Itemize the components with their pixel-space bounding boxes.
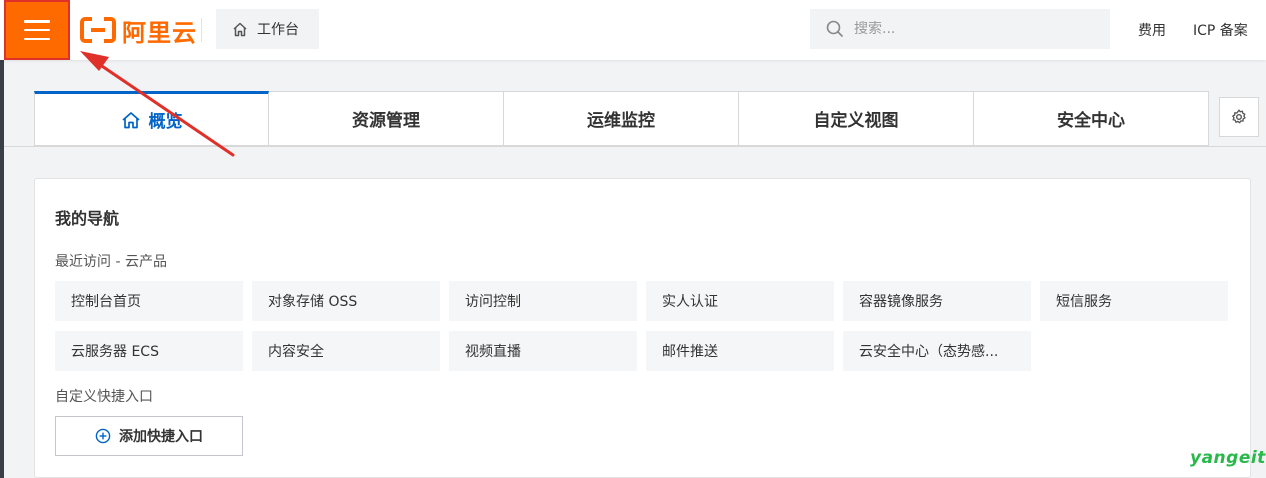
add-shortcut-button[interactable]: 添加快捷入口 (55, 416, 243, 456)
card-title: 我的导航 (55, 209, 120, 228)
recent-products-grid: 控制台首页 对象存储 OSS 访问控制 实人认证 容器镜像服务 短信服务 云服务… (55, 281, 1231, 371)
recent-products-label: 最近访问 - 云产品 (55, 254, 167, 270)
recent-item-email-push[interactable]: 邮件推送 (646, 331, 834, 371)
search-icon (826, 20, 844, 38)
tab-resource-management[interactable]: 资源管理 (269, 91, 504, 146)
recent-item-container-registry[interactable]: 容器镜像服务 (843, 281, 1031, 321)
recent-item-real-person-auth[interactable]: 实人认证 (646, 281, 834, 321)
fee-link[interactable]: 费用 (1138, 20, 1166, 40)
aliyun-logo-icon (80, 17, 116, 43)
top-bar: 阿里云 工作台 费用 ICP 备案 (0, 0, 1266, 60)
recent-item-content-security[interactable]: 内容安全 (252, 331, 440, 371)
recent-item-ecs[interactable]: 云服务器 ECS (55, 331, 243, 371)
search-input[interactable] (854, 21, 1094, 37)
recent-item-access-control[interactable]: 访问控制 (449, 281, 637, 321)
hamburger-menu-button[interactable] (4, 0, 70, 60)
tab-overview[interactable]: 概览 (34, 91, 269, 146)
home-icon (233, 22, 247, 36)
my-navigation-card: 我的导航 最近访问 - 云产品 控制台首页 对象存储 OSS 访问控制 实人认证… (34, 178, 1251, 478)
tab-ops-monitoring[interactable]: 运维监控 (504, 91, 739, 146)
plus-circle-icon (95, 428, 111, 444)
tab-label: 运维监控 (587, 111, 655, 131)
recent-item-console-home[interactable]: 控制台首页 (55, 281, 243, 321)
hamburger-menu-icon (24, 20, 50, 40)
workbench-label: 工作台 (257, 22, 299, 38)
home-icon (121, 111, 140, 128)
recent-item-oss[interactable]: 对象存储 OSS (252, 281, 440, 321)
gear-icon (1232, 109, 1246, 124)
tab-settings-button[interactable] (1219, 97, 1259, 137)
tab-custom-view[interactable]: 自定义视图 (739, 91, 974, 146)
overview-tabs: 概览 资源管理 运维监控 自定义视图 安全中心 (34, 91, 1209, 147)
recent-item-sms[interactable]: 短信服务 (1040, 281, 1228, 321)
watermark: yangeit (1190, 448, 1266, 468)
tabs-divider (4, 146, 1266, 147)
tab-label: 自定义视图 (813, 111, 899, 131)
add-shortcut-label: 添加快捷入口 (119, 429, 203, 445)
tab-security-center[interactable]: 安全中心 (974, 91, 1209, 146)
logo-text: 阿里云 (122, 18, 197, 47)
tab-label: 安全中心 (1057, 111, 1125, 131)
header-divider (201, 18, 202, 42)
recent-item-security-center[interactable]: 云安全中心（态势感... (843, 331, 1031, 371)
aliyun-logo[interactable]: 阿里云 (80, 15, 197, 47)
recent-item-live-video[interactable]: 视频直播 (449, 331, 637, 371)
search-box[interactable] (810, 9, 1110, 49)
tab-label: 概览 (148, 112, 183, 132)
tab-label: 资源管理 (352, 111, 420, 131)
icp-filing-link[interactable]: ICP 备案 (1193, 20, 1248, 40)
custom-shortcuts-label: 自定义快捷入口 (55, 389, 153, 405)
workbench-button[interactable]: 工作台 (216, 9, 319, 49)
left-edge-bar (0, 60, 4, 478)
